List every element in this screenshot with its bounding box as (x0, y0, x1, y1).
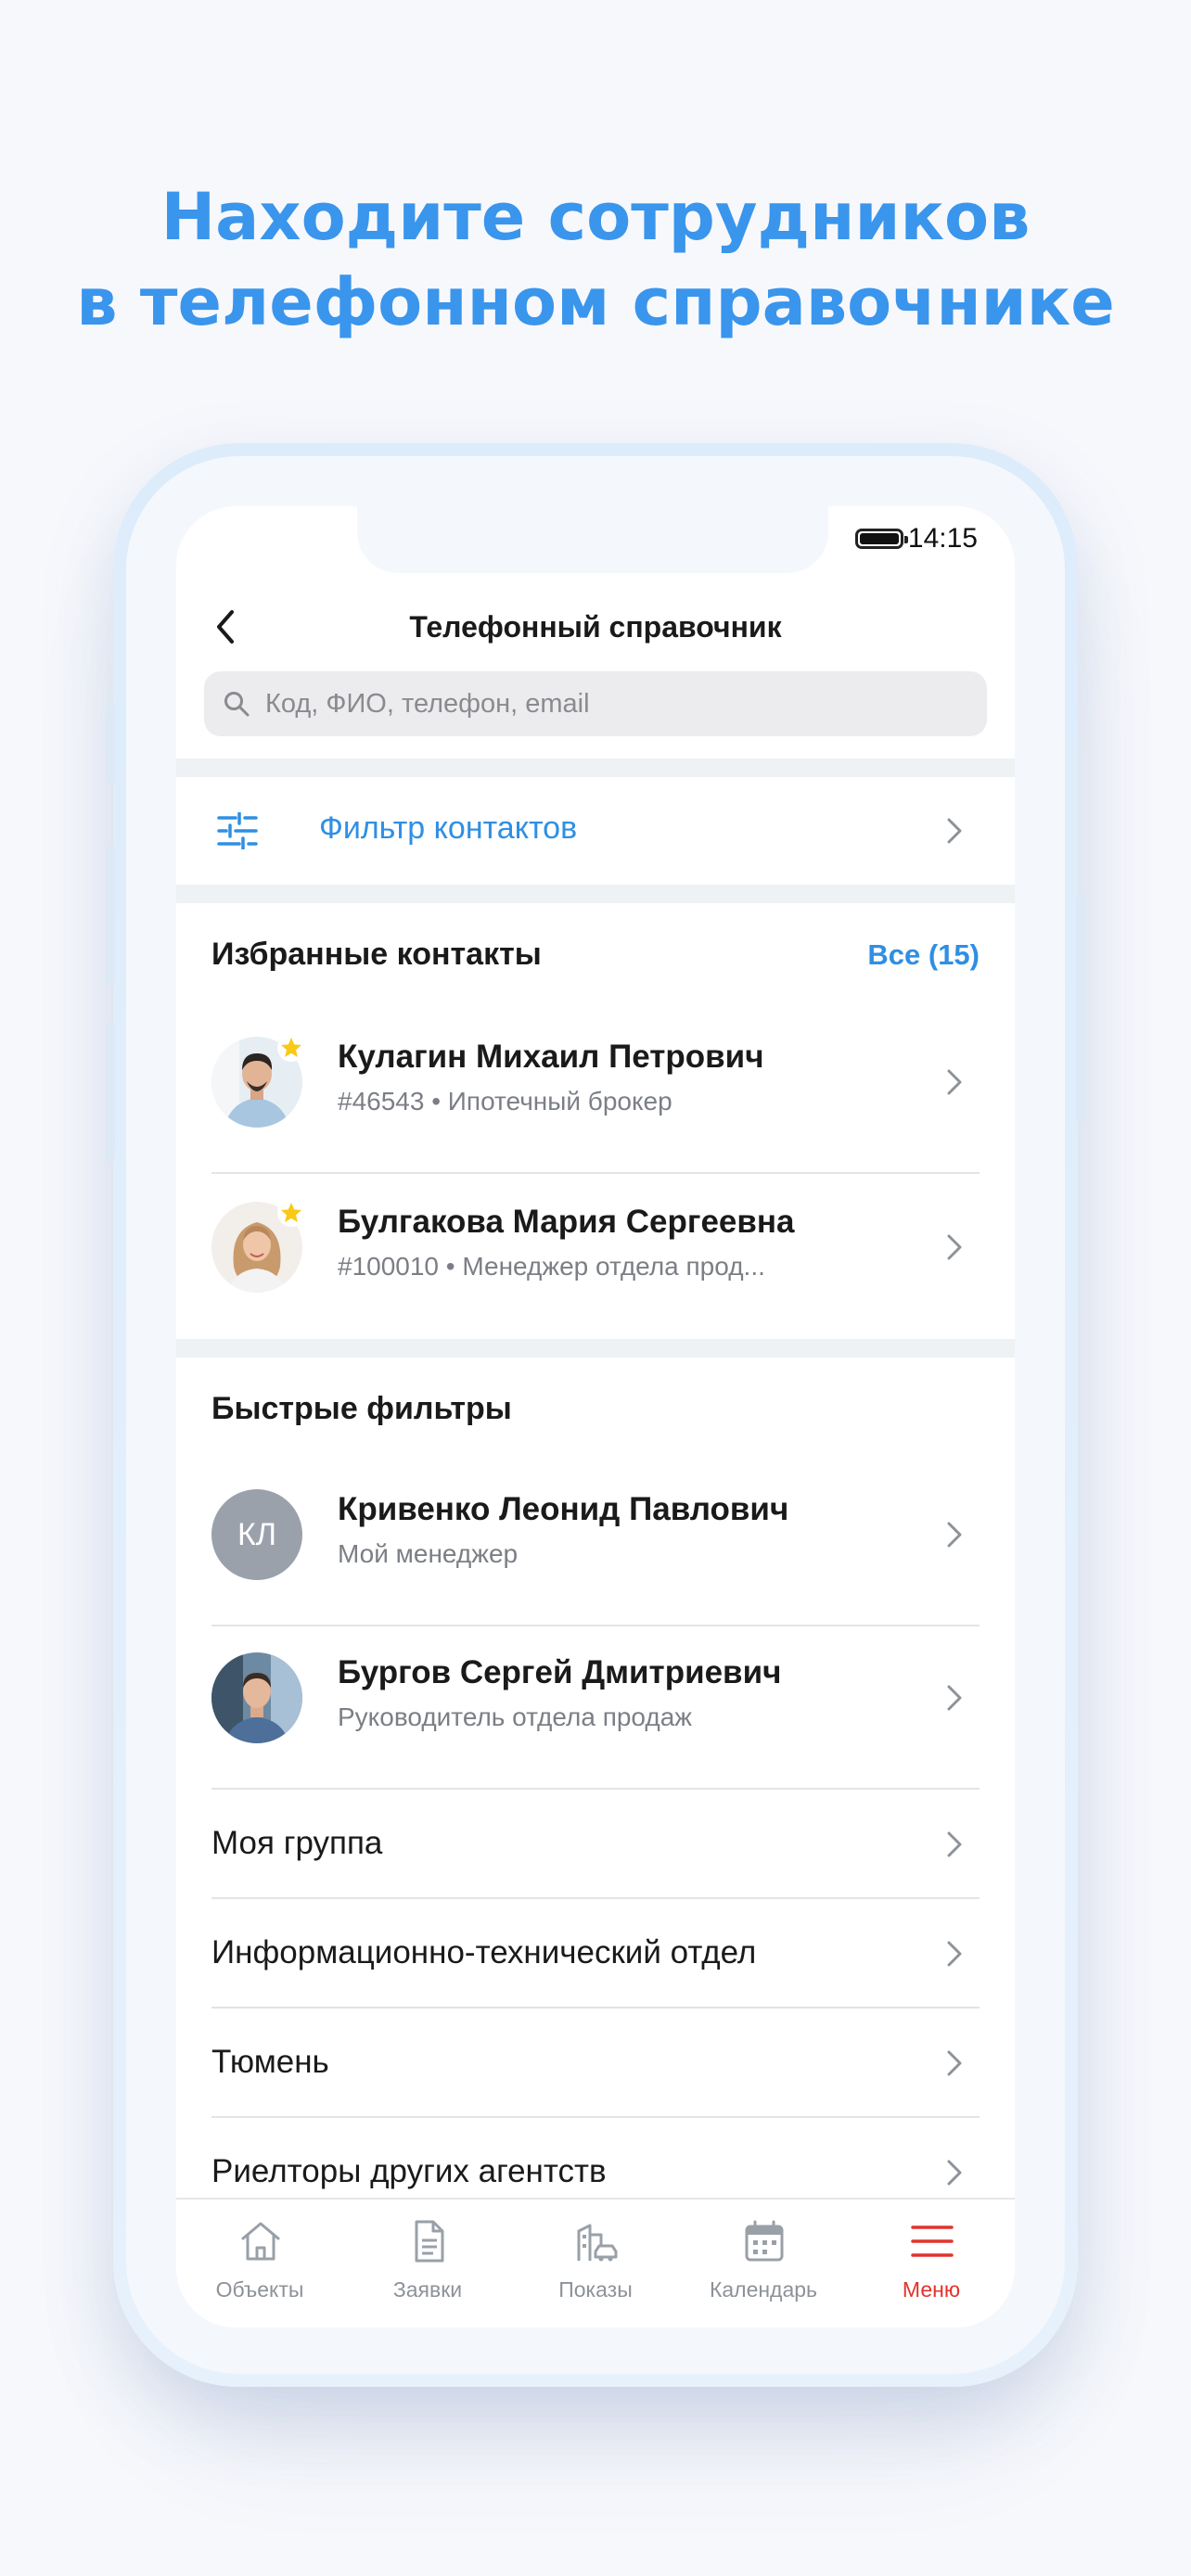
tab-objects[interactable]: Объекты (176, 2200, 343, 2327)
contact-name: Кривенко Леонид Павлович (338, 1491, 789, 1527)
chevron-right-icon (947, 2050, 962, 2076)
favorite-star-icon (277, 1034, 305, 1062)
side-button-volume-down (106, 1022, 115, 1163)
favorite-contact[interactable]: Булгакова Мария Сергеевна #100010 • Мене… (176, 1167, 1015, 1332)
group-label: Тюмень (211, 2044, 329, 2080)
headline: Находите сотрудников в телефонном справо… (0, 174, 1191, 345)
chevron-right-icon (947, 1234, 962, 1260)
quick-filter-contact[interactable]: КЛ Кривенко Леонид Павлович Мой менеджер (176, 1454, 1015, 1619)
group-row[interactable]: Моя группа (176, 1790, 1015, 1899)
search-input[interactable] (265, 671, 970, 736)
status-time: 14:15 (907, 523, 978, 554)
contact-subtitle: #46543 • Ипотечный брокер (338, 1087, 672, 1116)
contact-name: Булгакова Мария Сергеевна (338, 1204, 795, 1240)
section-gap (176, 759, 1015, 777)
chevron-right-icon (947, 818, 962, 844)
contact-subtitle: Мой менеджер (338, 1539, 519, 1568)
nav-bar: Телефонный справочник (176, 590, 1015, 673)
favorites-all-link[interactable]: Все (15) (867, 938, 980, 972)
group-row[interactable]: Информационно-технический отдел (176, 1899, 1015, 2009)
search-icon (224, 692, 250, 717)
tab-bar: Объекты Заявки Показы Календарь Меню (176, 2198, 1015, 2327)
favorite-contact[interactable]: Кулагин Михаил Петрович #46543 • Ипотечн… (176, 1001, 1015, 1167)
tab-calendar[interactable]: Календарь (680, 2200, 847, 2327)
side-button-power (1076, 892, 1085, 1122)
headline-line-1: Находите сотрудников (160, 179, 1031, 255)
chevron-right-icon (947, 1522, 962, 1548)
tab-label: Заявки (392, 2277, 463, 2302)
chevron-right-icon (947, 2160, 962, 2186)
menu-icon (911, 2225, 954, 2257)
avatar (211, 1652, 302, 1743)
favorites-title: Избранные контакты (211, 937, 542, 972)
favorite-star-icon (277, 1199, 305, 1227)
document-icon (415, 2220, 444, 2263)
chevron-right-icon (947, 1831, 962, 1857)
chevron-right-icon (947, 1941, 962, 1967)
contact-subtitle: Руководитель отдела продаж (338, 1702, 693, 1731)
tab-label: Меню (902, 2277, 961, 2302)
section-gap (176, 885, 1015, 903)
group-label: Моя группа (211, 1825, 383, 1861)
house-icon (241, 2222, 280, 2261)
buildings-car-icon (577, 2224, 618, 2262)
chevron-right-icon (947, 1685, 962, 1711)
notch (357, 506, 828, 573)
search-bar[interactable] (204, 671, 987, 736)
filter-sliders-icon (217, 812, 258, 849)
filter-label: Фильтр контактов (319, 810, 578, 846)
section-gap (176, 1339, 1015, 1358)
chevron-right-icon (947, 1069, 962, 1095)
group-row[interactable]: Тюмень (176, 2009, 1015, 2118)
avatar-initials: КЛ (211, 1489, 302, 1580)
contact-filter-row[interactable]: Фильтр контактов (176, 777, 1015, 885)
calendar-icon (745, 2220, 784, 2262)
contact-name: Бургов Сергей Дмитриевич (338, 1654, 782, 1690)
app-screen: 14:15 Телефонный справочник Фильтр конта… (176, 506, 1015, 2327)
page-title: Телефонный справочник (409, 610, 782, 644)
tab-label: Календарь (709, 2277, 818, 2302)
quick-filter-contact[interactable]: Бургов Сергей Дмитриевич Руководитель от… (176, 1617, 1015, 1782)
tab-requests[interactable]: Заявки (344, 2200, 511, 2327)
contact-subtitle: #100010 • Менеджер отдела прод... (338, 1252, 765, 1281)
battery-icon (855, 529, 908, 549)
tab-label: Показы (558, 2277, 633, 2302)
group-label: Риелторы других агентств (211, 2153, 607, 2189)
tab-menu[interactable]: Меню (848, 2200, 1015, 2327)
group-label: Информационно-технический отдел (211, 1934, 757, 1970)
quick-filters-title: Быстрые фильтры (211, 1391, 512, 1426)
headline-line-2: в телефонном справочнике (76, 264, 1115, 340)
tab-label: Объекты (215, 2277, 304, 2302)
side-button-mute (106, 707, 115, 784)
contact-name: Кулагин Михаил Петрович (338, 1039, 764, 1075)
side-button-volume-up (106, 846, 115, 987)
tab-showings[interactable]: Показы (512, 2200, 679, 2327)
